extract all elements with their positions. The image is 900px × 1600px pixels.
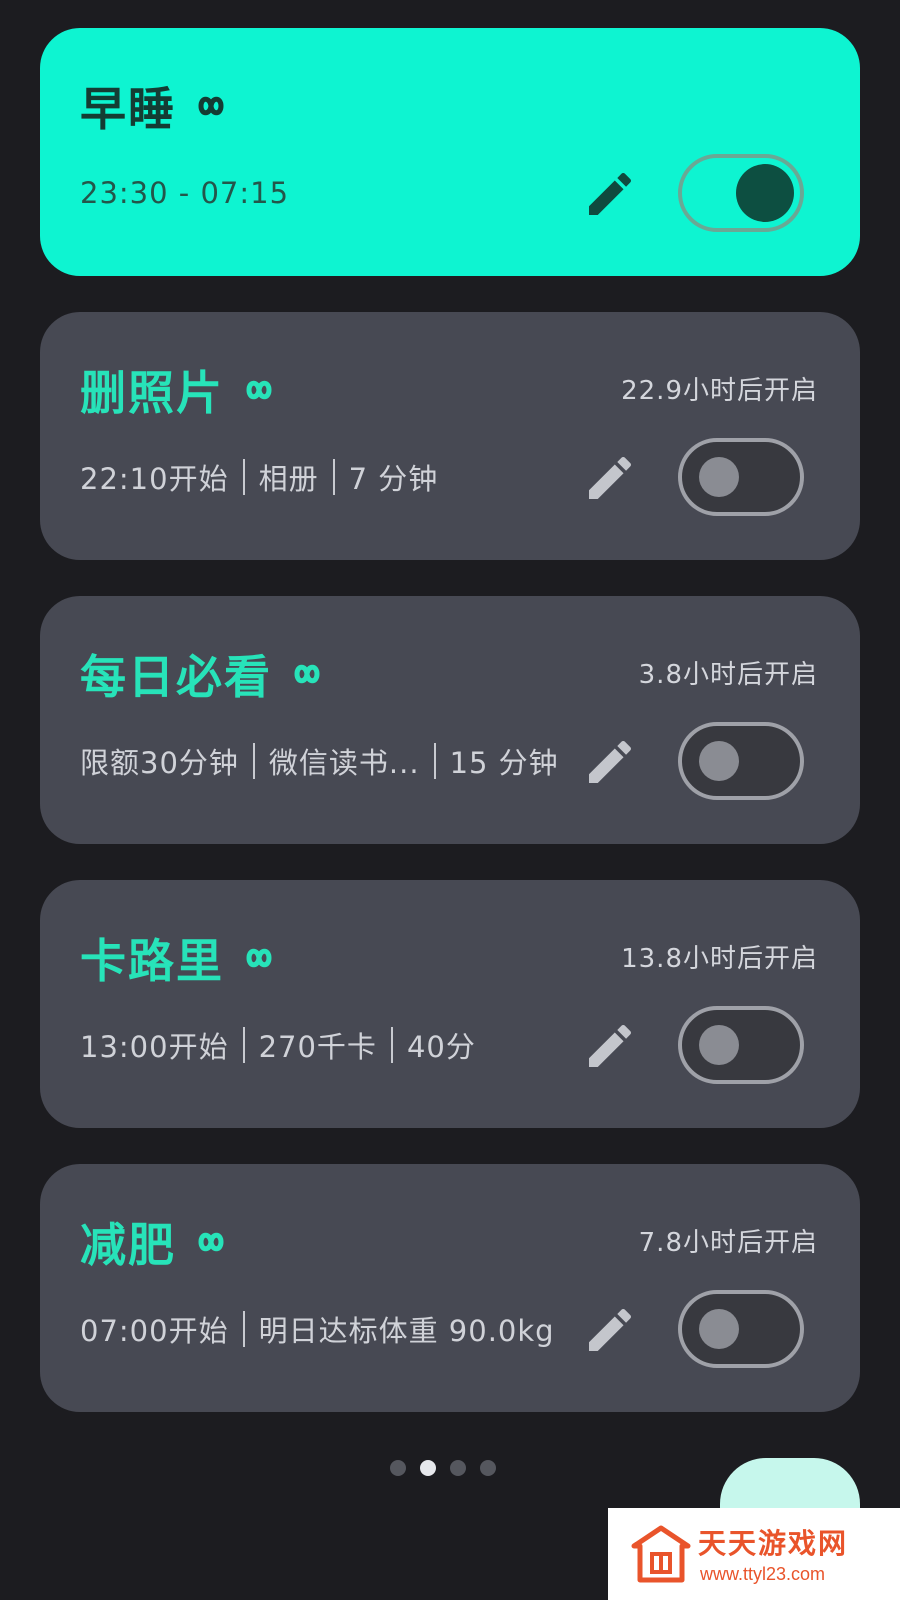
page-dot[interactable] bbox=[480, 1460, 496, 1476]
page-dot-current[interactable] bbox=[420, 1460, 436, 1476]
toggle-knob bbox=[699, 1025, 739, 1065]
infinity-icon bbox=[294, 664, 320, 684]
infinity-icon bbox=[198, 1232, 224, 1252]
countdown-label: 7.8小时后开启 bbox=[638, 1228, 818, 1258]
edit-icon[interactable] bbox=[582, 734, 638, 790]
card-title: 减肥 bbox=[80, 1218, 176, 1272]
edit-icon[interactable] bbox=[582, 166, 638, 222]
countdown-label: 22.9小时后开启 bbox=[621, 376, 818, 406]
info-duration: 40分 bbox=[406, 1030, 476, 1064]
enable-toggle[interactable] bbox=[678, 438, 804, 516]
info-start: 限额30分钟 bbox=[80, 746, 239, 780]
watermark-url: www.ttyl23.com bbox=[700, 1564, 826, 1584]
enable-toggle[interactable] bbox=[678, 154, 804, 232]
page-dot[interactable] bbox=[390, 1460, 406, 1476]
info-duration: 7 分钟 bbox=[348, 462, 439, 496]
page-indicator bbox=[390, 1460, 496, 1476]
countdown-label: 3.8小时后开启 bbox=[638, 660, 818, 690]
edit-icon[interactable] bbox=[582, 1302, 638, 1358]
edit-icon[interactable] bbox=[582, 1018, 638, 1074]
enable-toggle[interactable] bbox=[678, 1006, 804, 1084]
task-card-delete-photos[interactable]: 删照片 22.9小时后开启 22:10开始 相册 7 分钟 bbox=[40, 312, 860, 560]
task-card-calories[interactable]: 卡路里 13.8小时后开启 13:00开始 270千卡 40分 bbox=[40, 880, 860, 1128]
time-range: 23:30 - 07:15 bbox=[80, 176, 290, 210]
page-dot[interactable] bbox=[450, 1460, 466, 1476]
divider bbox=[242, 1311, 245, 1347]
card-info: 23:30 - 07:15 bbox=[80, 170, 289, 216]
infinity-icon bbox=[246, 948, 272, 968]
card-title: 早睡 bbox=[80, 82, 176, 136]
divider bbox=[390, 1027, 393, 1063]
card-title-row: 每日必看 bbox=[80, 644, 328, 704]
info-duration: 15 分钟 bbox=[449, 746, 559, 780]
info-start: 22:10开始 bbox=[80, 462, 229, 496]
toggle-knob bbox=[699, 1309, 739, 1349]
card-title: 卡路里 bbox=[80, 934, 224, 988]
card-title-row: 早睡 bbox=[80, 76, 232, 136]
info-target: 明日达标体重 90.0kg bbox=[258, 1314, 555, 1348]
info-target: 270千卡 bbox=[258, 1030, 377, 1064]
task-card-daily-must-read[interactable]: 每日必看 3.8小时后开启 限额30分钟 微信读书... 15 分钟 bbox=[40, 596, 860, 844]
infinity-icon bbox=[246, 380, 272, 400]
card-info: 07:00开始 明日达标体重 90.0kg bbox=[80, 1306, 555, 1352]
enable-toggle[interactable] bbox=[678, 722, 804, 800]
divider bbox=[332, 459, 335, 495]
toggle-knob bbox=[699, 741, 739, 781]
watermark: 天天游戏网 www.ttyl23.com bbox=[608, 1508, 900, 1600]
task-card-lose-weight[interactable]: 减肥 7.8小时后开启 07:00开始 明日达标体重 90.0kg bbox=[40, 1164, 860, 1412]
enable-toggle[interactable] bbox=[678, 1290, 804, 1368]
info-target: 微信读书... bbox=[268, 746, 420, 780]
toggle-knob bbox=[736, 164, 794, 222]
infinity-icon bbox=[198, 96, 224, 116]
card-title: 删照片 bbox=[80, 366, 224, 420]
card-title-row: 减肥 bbox=[80, 1212, 232, 1272]
watermark-title: 天天游戏网 bbox=[698, 1527, 849, 1560]
card-title-row: 删照片 bbox=[80, 360, 280, 420]
site-logo-icon bbox=[631, 1525, 691, 1583]
card-title: 每日必看 bbox=[80, 650, 272, 704]
info-start: 13:00开始 bbox=[80, 1030, 229, 1064]
divider bbox=[242, 459, 245, 495]
divider bbox=[433, 743, 436, 779]
card-title-row: 卡路里 bbox=[80, 928, 280, 988]
edit-icon[interactable] bbox=[582, 450, 638, 506]
card-info: 22:10开始 相册 7 分钟 bbox=[80, 454, 438, 500]
toggle-knob bbox=[699, 457, 739, 497]
divider bbox=[242, 1027, 245, 1063]
info-target: 相册 bbox=[258, 462, 319, 496]
divider bbox=[252, 743, 255, 779]
card-info: 13:00开始 270千卡 40分 bbox=[80, 1022, 476, 1068]
card-info: 限额30分钟 微信读书... 15 分钟 bbox=[80, 738, 559, 784]
info-start: 07:00开始 bbox=[80, 1314, 229, 1348]
countdown-label: 13.8小时后开启 bbox=[621, 944, 818, 974]
task-card-early-sleep[interactable]: 早睡 23:30 - 07:15 bbox=[40, 28, 860, 276]
